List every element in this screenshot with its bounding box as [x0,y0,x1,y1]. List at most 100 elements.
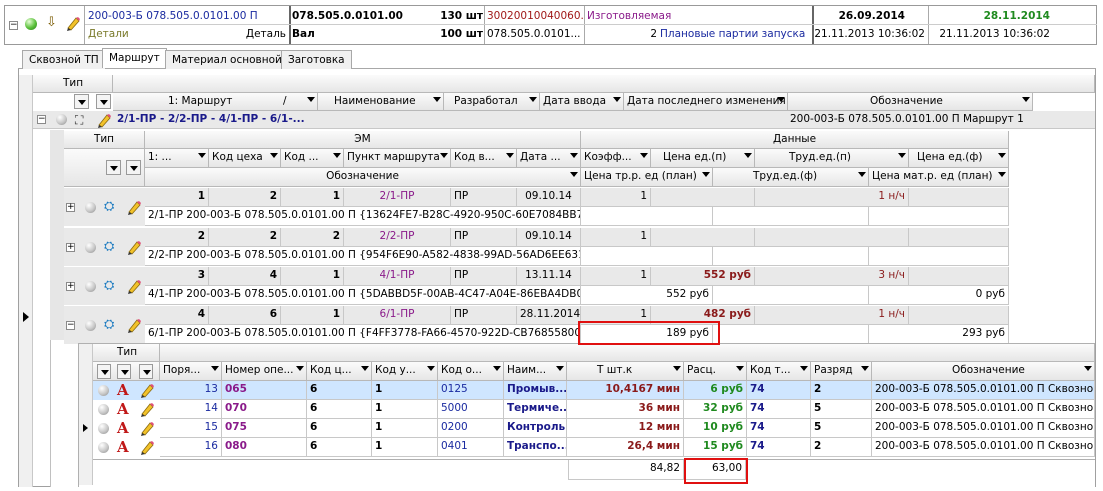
sub-col-tcode[interactable]: Код т... [747,362,811,381]
ops-edit-icon[interactable] [126,199,142,215]
sub-type-filter-3[interactable] [139,364,153,379]
ops-cell-price_tr [581,207,713,226]
ops-cell-code: ПР [451,188,517,207]
ops-row-toggle[interactable]: + [66,243,75,252]
route-edit-icon[interactable] [96,112,112,128]
ops-col-koef[interactable]: Коэфф... [581,149,651,168]
sub-col-opcode[interactable]: Код о... [438,362,504,381]
ops-cell-price_f [909,228,1009,247]
sub-cell-num: 070 [222,400,307,419]
ops-col-price-tr[interactable]: Цена тр.р. ед (план) [581,168,713,187]
tree-structure-icon: ⛶ [75,113,84,127]
route-status-icon [56,114,67,125]
sub-edit-icon[interactable] [139,420,155,436]
sub-cell-r: 10 руб [684,419,747,438]
col-last-modified[interactable]: Дата последнего изменения [624,93,788,111]
ops-col-trud-p[interactable]: Труд.ед.(п) [755,149,909,168]
sub-cell-kc: 6 [307,381,372,400]
col-route[interactable]: 1: Маршрут / [113,93,318,111]
sub-status-icon [98,385,109,396]
end-date: 28.11.2014 [983,10,1050,22]
col-developer[interactable]: Разработал [444,93,540,111]
col-date-input[interactable]: Дата ввода [540,93,624,111]
ops-status-icon [85,202,96,213]
sub-edit-icon[interactable] [139,401,155,417]
ops-cell-desig: 2/1-ПР 200-003-Б 078.505.0.0101.00 П {13… [145,207,581,226]
sub-col-grade[interactable]: Разряд [811,362,872,381]
sub-cell-desig: 200-003-Б 078.505.0.0101.00 П Сквозно... [872,381,1095,400]
sub-col-name[interactable]: Наим... [504,362,567,381]
ops-type-filter-2[interactable] [126,160,141,175]
type-filter-1[interactable] [74,94,89,109]
tab-material[interactable]: Материал основной [165,50,289,69]
item-code[interactable]: 200-003-Б 078.505.0.0101.00 П [88,8,288,25]
col-designation[interactable]: Обозначение [788,93,1033,111]
ops-type-filter-1[interactable] [106,160,121,175]
ops-cell-code: ПР [451,267,517,286]
tab-blank[interactable]: Заготовка [281,50,352,69]
sub-col-order[interactable]: Поря... [160,362,222,381]
sub-col-designation[interactable]: Обозначение [872,362,1095,381]
sub-col-opnum[interactable]: Номер опе... [222,362,307,381]
ops-row-toggle[interactable]: + [66,282,75,291]
ops-col-trud-f[interactable]: Труд.ед.(ф) [713,168,869,187]
ops-cell-price_f [909,306,1009,325]
ops-col-1[interactable]: 1: ... [145,149,209,168]
ops-row-toggle[interactable]: − [66,321,75,330]
ops-col-shop[interactable]: Код цеха [209,149,281,168]
ops-cell-trud_p: 1 н/ч [755,188,909,207]
ops-edit-icon[interactable] [126,239,142,255]
type-filter-2[interactable] [96,94,111,109]
ops-col-price-mat[interactable]: Цена мат.р. ед (план) [869,168,1009,187]
tab-route[interactable]: Маршрут [102,48,167,68]
ops-row-toggle[interactable]: + [66,203,75,212]
sub-col-rate[interactable]: Расц. [684,362,747,381]
op-type-icon: ⛭ [104,199,115,214]
sub-edit-icon[interactable] [139,439,155,455]
col-name[interactable]: Наименование [318,93,444,111]
ops-cell-trud_f [713,286,869,305]
ops-col-point[interactable]: Пункт маршрута [344,149,451,168]
edit-pencil-icon[interactable] [65,15,81,31]
sub-edit-icon[interactable] [139,382,155,398]
sub-cell-kt: 74 [747,400,811,419]
ops-cell-c3: 1 [281,306,344,325]
sub-cell-kt: 74 [747,438,811,457]
ops-cell-price_mat [869,247,1009,266]
ops-edit-icon[interactable] [126,278,142,294]
op-type-icon: ⛭ [104,317,115,332]
sub-cell-name: Промыв... [504,381,567,400]
ops-col-codev[interactable]: Код в... [451,149,517,168]
sub-cell-razr: 5 [811,400,872,419]
sub-cell-ku: 1 [372,381,438,400]
ops-edit-icon[interactable] [126,317,142,333]
sub-cell-t: 12 мин [567,419,684,438]
sub-type-filter-1[interactable] [97,364,111,379]
start-date: 26.09.2014 [838,10,905,22]
ops-col-date[interactable]: Дата ... [517,149,581,168]
ops-col-price-f[interactable]: Цена ед.(ф) [909,149,1009,168]
ops-cell-c1: 4 [145,306,209,325]
sub-col-time[interactable]: Т шт.к [567,362,684,381]
ops-cell-price_f [909,267,1009,286]
tab-through-tp[interactable]: Сквозной ТП [22,50,106,69]
plan-link[interactable]: Плановые партии запуска [660,26,805,43]
ops-cell-c1: 3 [145,267,209,286]
sub-cell-desig: 200-003-Б 078.505.0.0101.00 П Сквозно... [872,419,1095,438]
sub-col-shop[interactable]: Код ц... [307,362,372,381]
ops-cell-date: 09.10.14 [517,228,581,247]
ops-col-code[interactable]: Код ... [281,149,344,168]
route-row-collapse[interactable]: − [37,115,46,124]
ops-cell-price_tr [581,247,713,266]
ops-col-desig[interactable]: Обозначение [145,168,581,187]
sub-col-site[interactable]: Код у... [372,362,438,381]
ops-type-header: Тип [64,131,145,149]
sub-type-filter-2[interactable] [117,364,131,379]
ops-col-price-p[interactable]: Цена ед.(п) [651,149,755,168]
sub-cell-order: 14 [160,400,222,419]
ops-cell-c3: 1 [281,267,344,286]
collapse-toggle[interactable]: − [9,21,18,30]
ops-cell-point: 6/1-ПР [344,306,451,325]
ops-cell-c1: 2 [145,228,209,247]
sub-cell-r: 6 руб [684,381,747,400]
